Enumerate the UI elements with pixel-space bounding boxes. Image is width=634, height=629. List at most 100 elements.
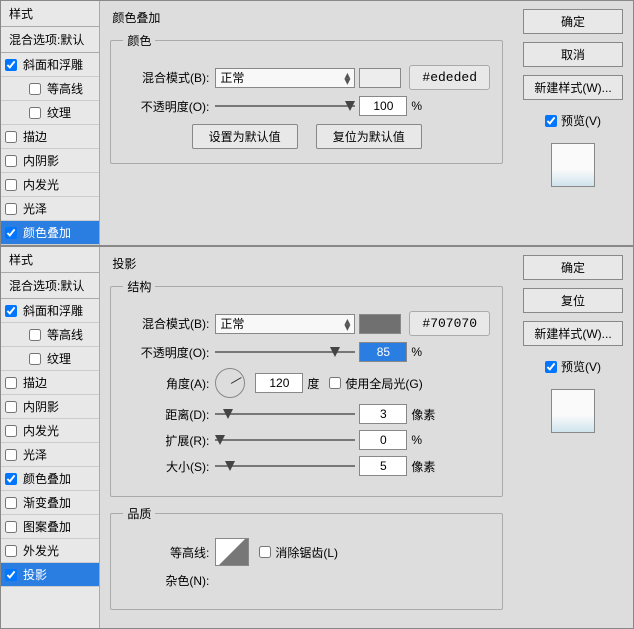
sidebar-item[interactable]: 内发光 [1, 173, 99, 197]
sidebar-item-label: 内阴影 [23, 152, 59, 169]
main-panel: 投影 结构 混合模式(B): 正常 ▴▾ #707070 不透明度(O): % … [100, 247, 513, 628]
sidebar-item[interactable]: 内阴影 [1, 149, 99, 173]
sidebar-item[interactable]: 描边 [1, 371, 99, 395]
reset-default-button[interactable]: 复位为默认值 [316, 124, 422, 149]
sidebar-item[interactable]: 纹理 [1, 101, 99, 125]
sidebar-item[interactable]: 颜色叠加 [1, 467, 99, 491]
sidebar-item-label: 图案叠加 [23, 518, 71, 535]
opacity-slider[interactable] [215, 98, 355, 114]
preview-checkbox[interactable]: 预览(V) [545, 112, 601, 129]
main-panel: 颜色叠加 颜色 混合模式(B): 正常 ▴▾ #ededed 不透明度(O): … [100, 1, 513, 245]
color-group-legend: 颜色 [123, 32, 155, 49]
sidebar-item-checkbox[interactable] [5, 227, 17, 239]
sidebar-item-checkbox[interactable] [5, 545, 17, 557]
sidebar-item[interactable]: 斜面和浮雕 [1, 299, 99, 323]
new-style-button[interactable]: 新建样式(W)... [523, 75, 623, 100]
global-light-label: 使用全局光(G) [345, 375, 422, 392]
sidebar-item[interactable]: 光泽 [1, 443, 99, 467]
sidebar-item-checkbox[interactable] [5, 59, 17, 71]
sidebar-item[interactable]: 等高线 [1, 323, 99, 347]
blend-mode-select[interactable]: 正常 ▴▾ [215, 314, 355, 334]
ok-button[interactable]: 确定 [523, 255, 623, 280]
sidebar-item[interactable]: 纹理 [1, 347, 99, 371]
color-group: 颜色 混合模式(B): 正常 ▴▾ #ededed 不透明度(O): % 设置为 [110, 32, 503, 164]
color-swatch[interactable] [359, 68, 401, 88]
angle-input[interactable] [255, 373, 303, 393]
sidebar-item-checkbox[interactable] [29, 83, 41, 95]
sidebar-item-label: 斜面和浮雕 [23, 302, 83, 319]
opacity-input[interactable] [359, 96, 407, 116]
opacity-unit: % [411, 99, 422, 113]
sidebar-item-checkbox[interactable] [29, 329, 41, 341]
sidebar-item[interactable]: 斜面和浮雕 [1, 53, 99, 77]
sidebar-item-label: 等高线 [47, 80, 83, 97]
color-hex-button[interactable]: #707070 [409, 311, 490, 336]
ok-button[interactable]: 确定 [523, 9, 623, 34]
sidebar-item-checkbox[interactable] [5, 155, 17, 167]
blend-options-link[interactable]: 混合选项:默认 [1, 273, 99, 299]
spread-slider[interactable] [215, 432, 355, 448]
dialog-color-overlay: 样式 混合选项:默认 斜面和浮雕等高线纹理描边内阴影内发光光泽颜色叠加 颜色叠加… [0, 0, 634, 246]
sidebar-item-checkbox[interactable] [29, 107, 41, 119]
set-default-button[interactable]: 设置为默认值 [192, 124, 298, 149]
sidebar-item-label: 光泽 [23, 200, 47, 217]
distance-input[interactable] [359, 404, 407, 424]
sidebar-item-checkbox[interactable] [29, 353, 41, 365]
sidebar-item-checkbox[interactable] [5, 203, 17, 215]
antialiase-checkbox[interactable]: 消除锯齿(L) [259, 544, 338, 561]
sidebar-item[interactable]: 描边 [1, 125, 99, 149]
new-style-button[interactable]: 新建样式(W)... [523, 321, 623, 346]
opacity-label: 不透明度(O): [123, 98, 209, 115]
sidebar-item-checkbox[interactable] [5, 305, 17, 317]
select-arrows-icon: ▴▾ [344, 72, 350, 84]
sidebar-item-label: 颜色叠加 [23, 470, 71, 487]
sidebar-item-checkbox[interactable] [5, 473, 17, 485]
global-light-checkbox[interactable]: 使用全局光(G) [329, 375, 422, 392]
sidebar-item-checkbox[interactable] [5, 425, 17, 437]
blend-mode-value: 正常 [220, 69, 244, 86]
distance-slider[interactable] [215, 406, 355, 422]
sidebar-item-label: 内阴影 [23, 398, 59, 415]
sidebar-item-label: 光泽 [23, 446, 47, 463]
sidebar-item[interactable]: 光泽 [1, 197, 99, 221]
sidebar-item-checkbox[interactable] [5, 497, 17, 509]
sidebar-item[interactable]: 等高线 [1, 77, 99, 101]
blend-mode-select[interactable]: 正常 ▴▾ [215, 68, 355, 88]
preview-checkbox[interactable]: 预览(V) [545, 358, 601, 375]
sidebar-item[interactable]: 外发光 [1, 539, 99, 563]
color-swatch[interactable] [359, 314, 401, 334]
sidebar-item-label: 描边 [23, 374, 47, 391]
sidebar-item-label: 斜面和浮雕 [23, 56, 83, 73]
color-hex-button[interactable]: #ededed [409, 65, 490, 90]
sidebar-item-checkbox[interactable] [5, 179, 17, 191]
size-slider[interactable] [215, 458, 355, 474]
distance-label: 距离(D): [123, 406, 209, 423]
sidebar-item[interactable]: 颜色叠加 [1, 221, 99, 245]
size-input[interactable] [359, 456, 407, 476]
contour-picker[interactable] [215, 538, 249, 566]
sidebar-item-checkbox[interactable] [5, 521, 17, 533]
sidebar-item[interactable]: 渐变叠加 [1, 491, 99, 515]
sidebar-item[interactable]: 图案叠加 [1, 515, 99, 539]
preview-swatch [551, 143, 595, 187]
sidebar-item-checkbox[interactable] [5, 449, 17, 461]
blend-options-link[interactable]: 混合选项:默认 [1, 27, 99, 53]
structure-group: 结构 混合模式(B): 正常 ▴▾ #707070 不透明度(O): % 角度(… [110, 278, 503, 497]
noise-label: 杂色(N): [123, 572, 209, 589]
sidebar-item-checkbox[interactable] [5, 569, 17, 581]
sidebar-item-checkbox[interactable] [5, 401, 17, 413]
cancel-button[interactable]: 取消 [523, 42, 623, 67]
spread-label: 扩展(R): [123, 432, 209, 449]
sidebar-item[interactable]: 内阴影 [1, 395, 99, 419]
sidebar-item-label: 等高线 [47, 326, 83, 343]
sidebar-item[interactable]: 内发光 [1, 419, 99, 443]
preview-swatch [551, 389, 595, 433]
sidebar-item-checkbox[interactable] [5, 377, 17, 389]
spread-input[interactable] [359, 430, 407, 450]
sidebar-item[interactable]: 投影 [1, 563, 99, 587]
opacity-slider[interactable] [215, 344, 355, 360]
angle-knob[interactable] [215, 368, 245, 398]
opacity-input[interactable] [359, 342, 407, 362]
sidebar-item-checkbox[interactable] [5, 131, 17, 143]
reset-button[interactable]: 复位 [523, 288, 623, 313]
